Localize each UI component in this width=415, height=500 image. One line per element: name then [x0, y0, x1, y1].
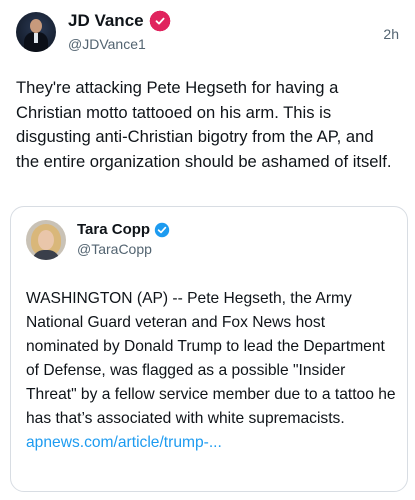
verified-badge-icon — [147, 9, 172, 33]
avatar-head — [30, 19, 42, 33]
post[interactable]: JD Vance @JDVance1 2h They're attacking … — [0, 0, 415, 500]
quoted-post-body: WASHINGTON (AP) -- Pete Hegseth, the Arm… — [26, 290, 396, 427]
author-name[interactable]: JD Vance — [68, 10, 144, 32]
quoted-author-handle[interactable]: @TaraCopp — [77, 241, 152, 257]
quoted-author-name[interactable]: Tara Copp — [77, 221, 150, 238]
author-name-row[interactable]: JD Vance — [68, 9, 172, 33]
verified-badge-icon — [154, 222, 170, 237]
author-handle[interactable]: @JDVance1 — [68, 35, 146, 53]
avatar-face — [38, 230, 54, 250]
quoted-post-text: WASHINGTON (AP) -- Pete Hegseth, the Arm… — [26, 287, 396, 455]
post-timestamp[interactable]: 2h — [383, 26, 399, 42]
quoted-post[interactable]: Tara Copp @TaraCopp WASHINGTON (AP) -- P… — [10, 206, 408, 492]
checkmark-icon — [155, 17, 165, 25]
avatar-shirt — [34, 33, 38, 43]
article-link[interactable]: apnews.com/article/trump-... — [26, 434, 222, 451]
quoted-author-avatar[interactable] — [26, 220, 66, 260]
author-avatar[interactable] — [16, 12, 56, 52]
quoted-author-name-row[interactable]: Tara Copp — [77, 221, 170, 238]
post-text: They're attacking Pete Hegseth for havin… — [16, 78, 392, 171]
